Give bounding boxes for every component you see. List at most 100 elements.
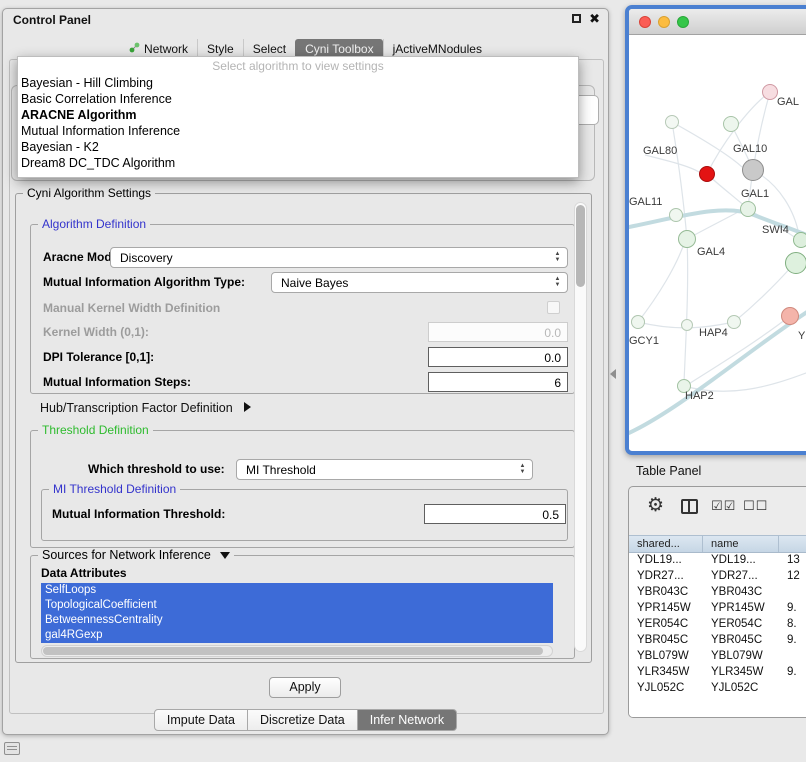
algorithm-option[interactable]: Mutual Information Inference xyxy=(18,123,578,139)
cell: YBL079W xyxy=(629,649,703,665)
cell: YLR345W xyxy=(629,665,703,681)
table-row[interactable]: YDR27... YDR27... 12 xyxy=(629,569,806,585)
algorithm-option[interactable]: Bayesian - K2 xyxy=(18,139,578,155)
table-row[interactable]: YBL079W YBL079W xyxy=(629,649,806,665)
threshold-definition-title: Threshold Definition xyxy=(38,423,153,438)
tab-infer-network[interactable]: Infer Network xyxy=(358,709,457,731)
splitter-collapse-icon[interactable] xyxy=(610,369,616,379)
node-GCY1[interactable] xyxy=(631,315,645,329)
cell: YPR145W xyxy=(703,601,779,617)
node-SWI4[interactable] xyxy=(793,232,806,248)
which-threshold-select[interactable]: MI Threshold ▲▼ xyxy=(236,459,533,480)
tab-network-label: Network xyxy=(144,42,188,56)
attribute-item-selected[interactable]: BetweennessCentrality xyxy=(41,613,553,628)
mi-threshold-group: MI Threshold Definition Mutual Informati… xyxy=(41,489,568,541)
sources-expander[interactable]: Sources for Network Inference xyxy=(38,548,234,563)
table-panel-title: Table Panel xyxy=(636,464,701,478)
cell: 12 xyxy=(779,569,806,585)
combo-arrows-icon: ▲▼ xyxy=(553,276,562,288)
node-GAL10[interactable] xyxy=(742,159,764,181)
network-node[interactable] xyxy=(665,115,679,129)
table-row[interactable]: YPR145W YPR145W 9. xyxy=(629,601,806,617)
cell: YER054C xyxy=(703,617,779,633)
attribute-item-selected[interactable]: SelfLoops xyxy=(41,583,553,598)
cell: YBR043C xyxy=(703,585,779,601)
cell: 8. xyxy=(779,617,806,633)
cell: 9. xyxy=(779,601,806,617)
close-icon[interactable]: ✖ xyxy=(589,13,600,24)
node-GAL11[interactable] xyxy=(669,208,683,222)
table-row[interactable]: YDL19... YDL19... 13 xyxy=(629,553,806,569)
table-row[interactable]: YBR045C YBR045C 9. xyxy=(629,633,806,649)
panel-toggle-icon[interactable] xyxy=(4,742,20,755)
network-node[interactable] xyxy=(762,84,778,100)
network-window-titlebar[interactable] xyxy=(629,9,806,35)
node-red-highlighted[interactable] xyxy=(699,166,715,182)
node-GAL4[interactable] xyxy=(678,230,696,248)
network-node[interactable] xyxy=(727,315,741,329)
node-label: GAL1 xyxy=(741,188,769,200)
algorithm-option-selected[interactable]: ARACNE Algorithm xyxy=(18,107,578,123)
manual-kernel-checkbox[interactable] xyxy=(547,301,560,314)
mi-steps-field[interactable]: 6 xyxy=(428,372,568,392)
zoom-traffic-light[interactable] xyxy=(677,16,689,28)
table-row[interactable]: YER054C YER054C 8. xyxy=(629,617,806,633)
hub-definition-expander[interactable]: Hub/Transcription Factor Definition xyxy=(40,401,251,415)
algorithm-definition-group: Algorithm Definition Aracne Mode: Discov… xyxy=(30,224,575,394)
node-label: HAP2 xyxy=(685,390,714,402)
network-node[interactable] xyxy=(785,252,806,274)
node-label: GAL11 xyxy=(629,196,662,208)
data-attributes-label: Data Attributes xyxy=(41,566,127,580)
attributes-horizontal-scrollbar[interactable] xyxy=(41,645,553,657)
node-label: GAL10 xyxy=(733,143,767,155)
table-row[interactable]: YJL052C YJL052C xyxy=(629,681,806,697)
mi-steps-value: 6 xyxy=(554,375,561,391)
algorithm-option[interactable]: Dream8 DC_TDC Algorithm xyxy=(18,155,578,171)
table-row[interactable]: YBR043C YBR043C xyxy=(629,585,806,601)
scrollbar-thumb[interactable] xyxy=(43,647,543,655)
dpi-tolerance-value: 0.0 xyxy=(544,350,561,366)
dpi-tolerance-field[interactable]: 0.0 xyxy=(428,347,568,367)
column-header-shared-name[interactable]: shared... xyxy=(629,536,703,552)
popup-placeholder: Select algorithm to view settings xyxy=(18,58,578,75)
network-view-window: GAL GAL80 GAL10 GAL11 GAL1 SWI4 GAL4 GCY… xyxy=(625,5,806,455)
algorithm-definition-title: Algorithm Definition xyxy=(38,217,150,232)
table-header: shared... name xyxy=(629,535,806,553)
column-header-name[interactable]: name xyxy=(703,536,779,552)
column-header-extra[interactable] xyxy=(779,536,806,552)
node-salmon[interactable] xyxy=(781,307,799,325)
mi-type-select[interactable]: Naive Bayes ▲▼ xyxy=(271,272,568,293)
columns-icon[interactable] xyxy=(681,499,698,514)
close-traffic-light[interactable] xyxy=(639,16,651,28)
cell: 9. xyxy=(779,633,806,649)
select-all-icon[interactable]: ☑☑ xyxy=(711,498,736,514)
tab-impute-data[interactable]: Impute Data xyxy=(154,709,248,731)
mi-threshold-value: 0.5 xyxy=(542,507,559,523)
network-canvas[interactable]: GAL GAL80 GAL10 GAL11 GAL1 SWI4 GAL4 GCY… xyxy=(629,35,806,450)
minimize-traffic-light[interactable] xyxy=(658,16,670,28)
mi-threshold-group-title: MI Threshold Definition xyxy=(49,482,180,497)
tab-discretize-data[interactable]: Discretize Data xyxy=(248,709,358,731)
table-row[interactable]: YLR345W YLR345W 9. xyxy=(629,665,806,681)
cell: YBL079W xyxy=(703,649,779,665)
combo-arrows-icon: ▲▼ xyxy=(518,463,527,475)
algorithm-option[interactable]: Basic Correlation Inference xyxy=(18,91,578,107)
attribute-item-selected[interactable]: TopologicalCoefficient xyxy=(41,598,553,613)
kernel-width-field[interactable]: 0.0 xyxy=(428,322,568,342)
apply-button[interactable]: Apply xyxy=(269,677,341,698)
scrollbar-thumb[interactable] xyxy=(576,205,585,287)
gear-icon[interactable]: ⚙ xyxy=(647,495,664,517)
combo-arrows-icon: ▲▼ xyxy=(553,251,562,263)
node-HAP4[interactable] xyxy=(681,319,693,331)
float-window-icon[interactable] xyxy=(572,14,581,23)
deselect-all-icon[interactable]: ☐☐ xyxy=(743,498,768,514)
node-GAL1[interactable] xyxy=(740,201,756,217)
algorithm-option[interactable]: Bayesian - Hill Climbing xyxy=(18,75,578,91)
aracne-mode-select[interactable]: Discovery ▲▼ xyxy=(110,247,568,268)
mi-threshold-field[interactable]: 0.5 xyxy=(424,504,566,524)
network-node[interactable] xyxy=(723,116,739,132)
settings-vertical-scrollbar[interactable] xyxy=(574,202,587,652)
cell: YDR27... xyxy=(629,569,703,585)
sources-title: Sources for Network Inference xyxy=(42,548,211,562)
attribute-item-selected[interactable]: gal4RGexp xyxy=(41,628,553,643)
